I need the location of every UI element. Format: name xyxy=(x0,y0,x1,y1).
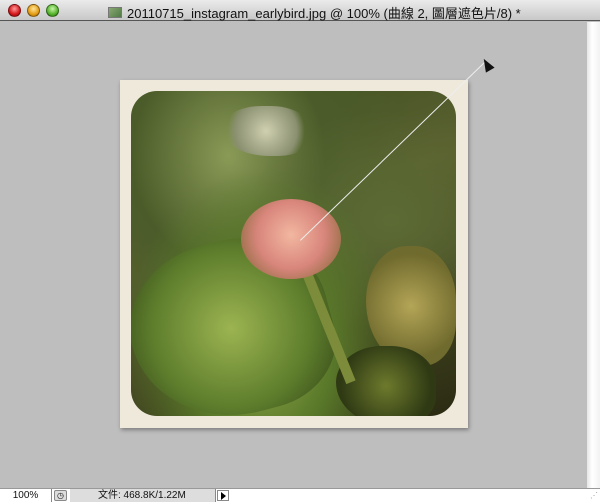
document-icon xyxy=(108,7,122,18)
resize-grip-icon[interactable]: ⋰ xyxy=(590,491,598,500)
zoom-level-field[interactable]: 100% xyxy=(0,489,52,502)
leaf-shape xyxy=(221,106,311,156)
image-frame xyxy=(120,80,468,428)
timer-icon[interactable]: ◷ xyxy=(54,490,67,501)
minimize-button[interactable] xyxy=(27,4,40,17)
document-info: 文件: 468.8K/1.22M xyxy=(70,489,216,502)
window-title-text: 20110715_instagram_earlybird.jpg @ 100% … xyxy=(127,6,521,21)
vertical-scrollbar[interactable] xyxy=(587,22,600,488)
info-menu-arrow-icon[interactable] xyxy=(217,490,229,501)
zoom-button[interactable] xyxy=(46,4,59,17)
close-button[interactable] xyxy=(8,4,21,17)
status-bar: 100% ◷ 文件: 468.8K/1.22M ⋰ xyxy=(0,488,600,502)
window-title: 20110715_instagram_earlybird.jpg @ 100% … xyxy=(108,3,521,22)
flower-head xyxy=(241,199,341,279)
title-bar: 20110715_instagram_earlybird.jpg @ 100% … xyxy=(0,0,600,21)
photo-flower xyxy=(131,91,456,416)
